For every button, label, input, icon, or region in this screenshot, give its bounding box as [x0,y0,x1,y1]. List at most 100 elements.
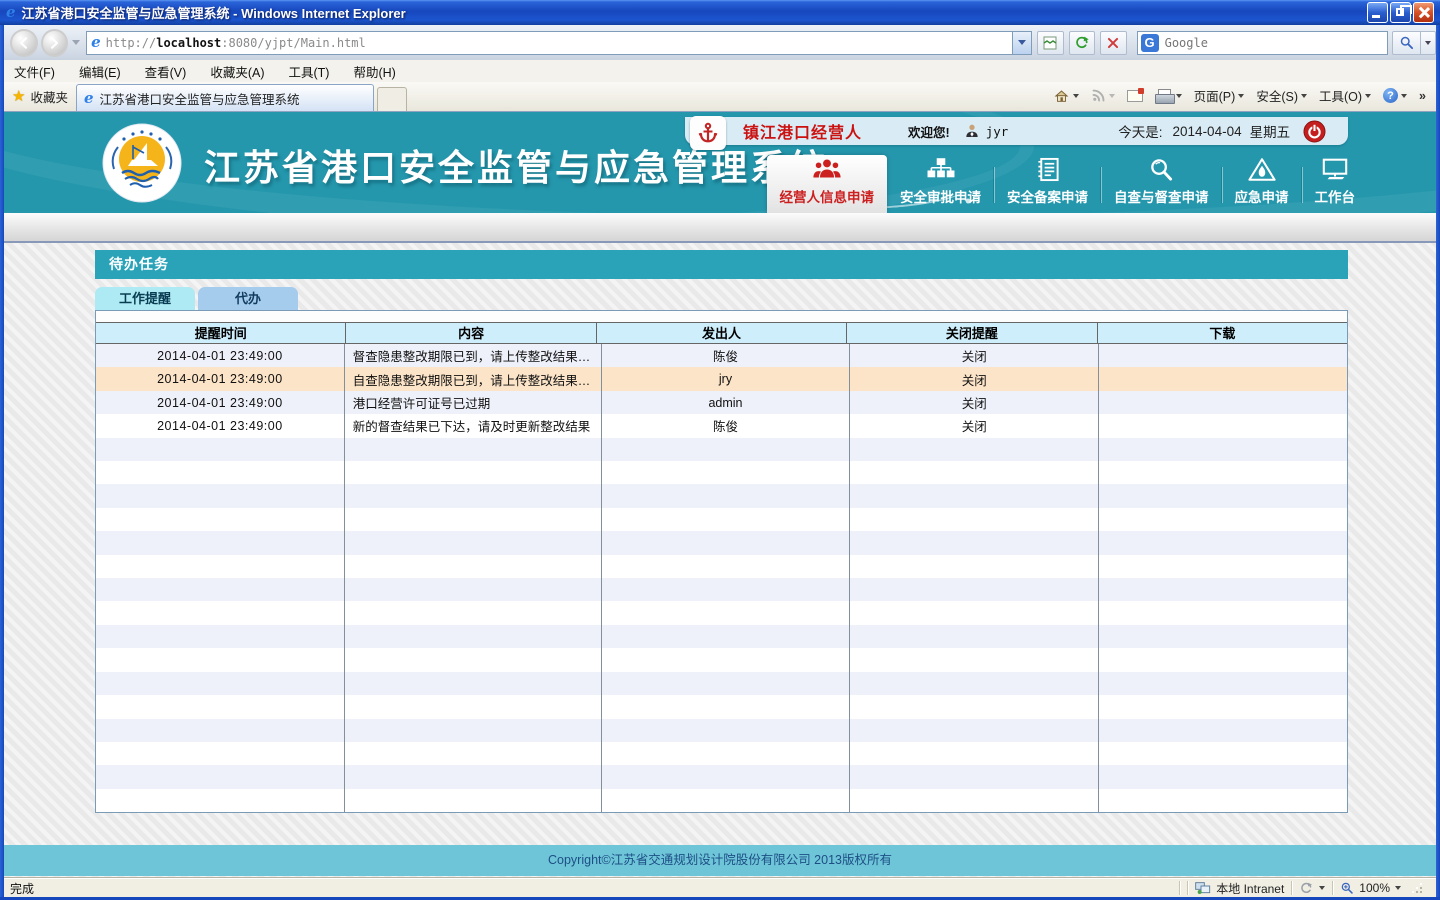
nav-safety-approval[interactable]: 安全审批申请 [887,157,994,213]
cell-sender [602,578,851,601]
window-frame-right [1436,25,1440,900]
table-row-empty [96,648,1347,671]
zoom-control[interactable]: 100% [1340,881,1401,895]
cell-remind-time [96,555,345,578]
read-mail-button[interactable] [1127,90,1143,102]
browser-tab-active[interactable]: 江苏省港口安全监管与应急管理系统 [76,84,374,111]
restore-button[interactable] [1390,2,1411,23]
cell-content [345,484,602,507]
menu-tools[interactable]: 工具(T) [288,62,329,81]
people-icon [812,156,842,182]
cell-download [1099,367,1347,390]
cell-content [345,438,602,461]
stop-button[interactable] [1100,31,1127,55]
username: jyr [986,124,1009,139]
nav-workbench[interactable]: 工作台 [1302,157,1369,213]
cell-content [345,578,602,601]
cell-content [345,789,602,812]
resize-grip[interactable] [1412,883,1422,893]
cell-close-link [850,719,1099,742]
cell-download [1099,461,1347,484]
search-button[interactable] [1392,31,1421,55]
cell-content: 督查隐患整改期限已到，请上传整改结果… [345,344,602,367]
nav-safety-record[interactable]: 安全备案申请 [994,157,1101,213]
protected-mode-button[interactable] [1299,881,1325,895]
menu-edit[interactable]: 编辑(E) [79,62,121,81]
table-row-empty [96,601,1347,624]
minimize-button[interactable] [1367,2,1388,23]
zoom-magnifier-icon [1340,881,1354,895]
table-row-empty [96,672,1347,695]
cell-sender [602,672,851,695]
favorites-button[interactable]: 收藏夹 [12,84,68,108]
rss-feed-icon [1091,88,1106,103]
cell-close-link [850,508,1099,531]
cell-remind-time [96,742,345,765]
logout-power-button[interactable] [1303,120,1326,143]
cell-remind-time: 2014-04-01 23:49:00 [96,367,345,390]
address-field[interactable]: http://localhost:8080/yjpt/Main.html [86,31,1032,55]
cell-close-link[interactable]: 关闭 [850,391,1099,414]
forward-button[interactable] [41,29,69,57]
close-button[interactable] [1413,2,1434,23]
todo-table-body: 2014-04-01 23:49:00督查隐患整改期限已到，请上传整改结果…陈俊… [96,344,1347,812]
menu-help[interactable]: 帮助(H) [353,62,395,81]
menu-view[interactable]: 查看(V) [145,62,187,81]
intranet-zone-icon [1195,881,1211,895]
tools-menu-button[interactable]: 工具(O) [1319,86,1371,105]
status-text: 完成 [4,880,34,897]
refresh-button[interactable] [1069,31,1096,55]
tab-agency[interactable]: 代办 [198,287,298,310]
zoom-level: 100% [1359,881,1390,895]
site-banner: 江苏省港口安全监管与应急管理系统 镇江港口经营人 欢迎您! jyr 今天是: 2… [4,112,1436,213]
cell-download [1099,391,1347,414]
print-button[interactable] [1155,89,1182,103]
cell-close-link[interactable]: 关闭 [850,414,1099,437]
table-row: 2014-04-01 23:49:00港口经营许可证号已过期admin关闭 [96,391,1347,414]
cell-sender [602,531,851,554]
home-button[interactable] [1053,88,1079,104]
menu-favorites[interactable]: 收藏夹(A) [210,62,264,81]
nav-operator-info[interactable]: 经营人信息申请 [767,155,888,213]
search-input[interactable] [1165,36,1387,50]
cell-close-link [850,765,1099,788]
anchor-badge [690,116,726,150]
table-row-empty [96,508,1347,531]
url-text: http://localhost:8080/yjpt/Main.html [106,36,366,50]
cell-close-link [850,484,1099,507]
compatibility-view-button[interactable] [1037,31,1064,55]
new-tab-stub[interactable] [377,87,407,111]
nav-self-inspection[interactable]: 自查与督查申请 [1101,157,1222,213]
table-row-empty [96,484,1347,507]
cell-close-link [850,578,1099,601]
tab-work-reminder[interactable]: 工作提醒 [95,287,195,310]
window-title: 江苏省港口安全监管与应急管理系统 - Windows Internet Expl… [22,3,406,22]
feeds-button[interactable] [1091,88,1115,103]
cell-content [345,625,602,648]
page-favicon-icon [91,35,101,50]
help-menu-button[interactable] [1383,88,1407,103]
cell-close-link[interactable]: 关闭 [850,367,1099,390]
page-menu-button[interactable]: 页面(P) [1194,86,1245,105]
cell-content [345,461,602,484]
favorites-label: 收藏夹 [30,87,68,106]
cell-download [1099,789,1347,812]
search-options-dropdown[interactable] [1421,31,1436,55]
cell-remind-time: 2014-04-01 23:49:00 [96,414,345,437]
table-row-empty [96,695,1347,718]
mail-icon [1127,90,1143,102]
cell-close-link [850,789,1099,812]
cell-download [1099,695,1347,718]
command-overflow-button[interactable] [1419,89,1426,103]
star-icon [12,87,25,105]
cell-content [345,508,602,531]
recent-pages-dropdown[interactable] [72,40,80,45]
safety-menu-button[interactable]: 安全(S) [1256,86,1307,105]
nav-emergency[interactable]: 应急申请 [1222,157,1302,213]
cell-download [1099,765,1347,788]
menu-file[interactable]: 文件(F) [14,62,55,81]
address-dropdown-button[interactable] [1012,32,1031,54]
cell-sender [602,508,851,531]
back-button[interactable] [10,29,38,57]
cell-close-link[interactable]: 关闭 [850,344,1099,367]
